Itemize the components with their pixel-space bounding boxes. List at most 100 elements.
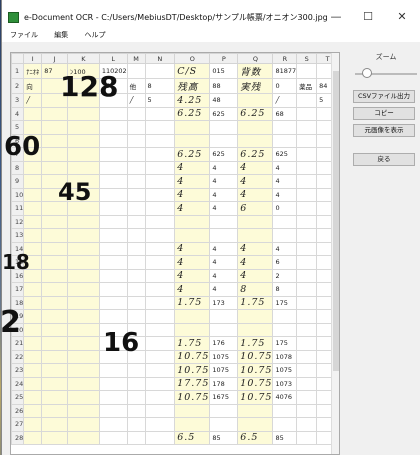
table-cell[interactable] [41,349,69,364]
minimize-button[interactable]: — [322,8,350,26]
row-header[interactable]: 23 [11,363,25,378]
table-cell[interactable] [126,376,146,391]
table-cell[interactable]: C/S [174,63,211,79]
table-cell[interactable] [126,430,146,445]
table-cell[interactable] [67,403,100,418]
table-cell[interactable] [296,430,318,445]
table-cell[interactable] [144,417,176,432]
table-cell[interactable]: 10.75 [174,390,211,405]
table-cell[interactable] [144,147,176,162]
table-cell[interactable]: 4 [209,187,239,202]
table-cell[interactable]: 10.75 [174,349,211,364]
table-cell[interactable] [41,255,69,270]
table-cell[interactable] [296,120,318,135]
table-cell[interactable] [41,336,69,351]
table-cell[interactable] [41,241,69,256]
column-header[interactable]: I [23,53,43,64]
table-cell[interactable] [174,309,211,324]
table-cell[interactable]: 4 [209,255,239,270]
close-button[interactable]: ✕ [388,8,416,26]
table-cell[interactable] [23,430,43,445]
table-cell[interactable]: 4 [174,241,211,256]
table-cell[interactable] [41,282,69,297]
table-cell[interactable] [126,309,146,324]
table-cell[interactable]: 向 [23,78,43,94]
table-cell[interactable] [41,160,69,175]
show-original-image-button[interactable]: 元画像を表示 [353,124,415,137]
back-button[interactable]: 戻る [353,153,415,166]
table-cell[interactable] [126,295,146,310]
csv-export-button[interactable]: CSVファイル出力 [353,90,415,103]
table-cell[interactable] [98,430,128,445]
table-cell[interactable] [98,160,128,175]
table-cell[interactable] [126,147,146,162]
table-cell[interactable] [296,106,318,121]
table-cell[interactable] [98,241,128,256]
row-header[interactable]: 9 [11,174,25,189]
table-cell[interactable] [296,403,318,418]
column-header[interactable]: M [126,53,146,64]
zoom-knob[interactable] [362,68,373,78]
table-cell[interactable]: 背数 [237,63,274,79]
menu-edit[interactable]: 編集 [46,28,74,40]
table-cell[interactable] [23,336,43,351]
table-cell[interactable] [209,214,239,229]
table-cell[interactable] [144,255,176,270]
table-cell[interactable] [126,417,146,432]
column-header[interactable]: R [272,53,298,64]
table-cell[interactable]: 0 [272,78,298,94]
table-cell[interactable] [296,241,318,256]
table-cell[interactable] [41,390,69,405]
table-cell[interactable] [41,403,69,418]
table-cell[interactable] [144,430,176,445]
table-cell[interactable] [98,390,128,405]
table-cell[interactable]: 8 [272,282,298,297]
table-cell[interactable]: 他 [126,78,146,94]
table-cell[interactable] [41,295,69,310]
table-cell[interactable] [67,268,100,283]
table-cell[interactable]: 1.75 [237,295,274,310]
table-cell[interactable]: 4 [237,160,274,175]
table-cell[interactable] [296,268,318,283]
table-cell[interactable] [23,214,43,229]
table-cell[interactable] [296,322,318,337]
table-cell[interactable]: 4 [237,268,274,283]
table-cell[interactable] [174,228,211,243]
row-header[interactable]: 24 [11,376,25,391]
table-cell[interactable] [23,403,43,418]
table-cell[interactable] [237,322,274,337]
column-header[interactable]: S [296,53,318,64]
table-cell[interactable]: 176 [209,336,239,351]
table-cell[interactable] [98,268,128,283]
table-cell[interactable]: 4 [209,160,239,175]
table-cell[interactable] [296,228,318,243]
table-cell[interactable]: 175 [272,295,298,310]
table-cell[interactable] [144,349,176,364]
table-cell[interactable]: 4 [272,241,298,256]
table-cell[interactable] [209,228,239,243]
table-cell[interactable] [126,403,146,418]
table-cell[interactable] [144,390,176,405]
table-cell[interactable] [272,403,298,418]
table-cell[interactable] [23,295,43,310]
table-cell[interactable] [144,201,176,216]
table-cell[interactable] [296,255,318,270]
row-header[interactable]: 8 [11,160,25,175]
table-cell[interactable]: 1075 [209,349,239,364]
table-cell[interactable] [174,214,211,229]
table-cell[interactable] [237,228,274,243]
table-cell[interactable] [296,133,318,148]
table-cell[interactable]: 6.5 [174,430,211,445]
table-cell[interactable] [41,133,69,148]
table-cell[interactable] [41,309,69,324]
table-cell[interactable] [41,120,69,135]
table-cell[interactable]: 4 [209,268,239,283]
table-cell[interactable] [174,417,211,432]
table-cell[interactable] [272,133,298,148]
table-cell[interactable] [272,120,298,135]
row-header[interactable]: 27 [11,417,25,432]
table-cell[interactable] [67,255,100,270]
table-cell[interactable] [41,430,69,445]
table-cell[interactable] [296,363,318,378]
table-cell[interactable]: 1.75 [174,295,211,310]
